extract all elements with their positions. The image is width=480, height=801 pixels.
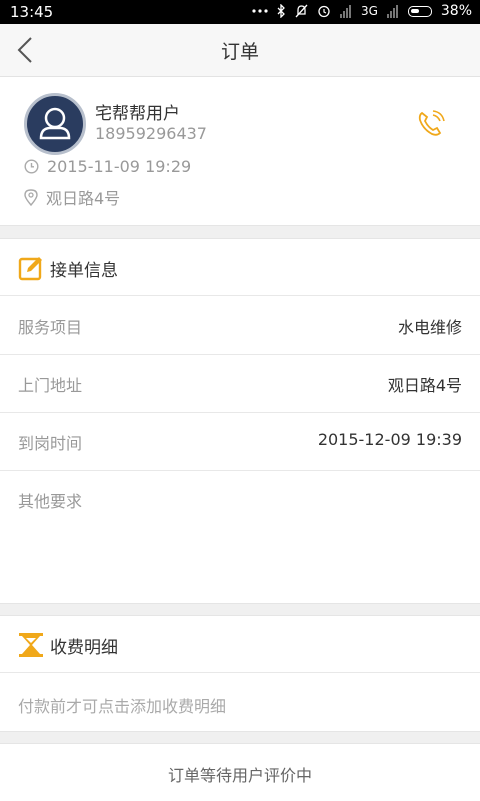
service-item-row: 服务项目 水电维修: [0, 296, 480, 355]
status-time: 13:45: [10, 3, 54, 21]
mute-bell-icon: [295, 4, 308, 18]
hourglass-icon: [19, 633, 43, 657]
user-card: 宅帮帮用户 18959296437 2015-11-09 19:29 观日路4号: [0, 77, 480, 226]
alarm-icon: [318, 5, 330, 18]
signal-icon: [339, 4, 351, 18]
battery-percent: 38%: [440, 3, 472, 19]
page-title: 订单: [220, 41, 259, 63]
order-status-text: 订单等待用户评价中: [167, 766, 312, 785]
more-dots-icon: [252, 9, 268, 13]
phone-call-icon[interactable]: [414, 107, 448, 141]
order-info-header: 接单信息: [0, 239, 480, 296]
edit-note-icon: [18, 257, 42, 281]
row-value: 观日路4号: [387, 376, 462, 395]
other-requirements-row: 其他要求: [0, 470, 480, 600]
arrival-time-row: 到岗时间 2015-12-09 19:39: [0, 412, 480, 471]
order-info-title: 接单信息: [50, 261, 118, 281]
user-name: 宅帮帮用户: [95, 104, 180, 124]
visit-address-row: 上门地址 观日路4号: [0, 354, 480, 413]
row-label: 上门地址: [18, 376, 83, 395]
add-fee-hint[interactable]: 付款前才可点击添加收费明细: [18, 693, 226, 717]
fee-card: 收费明细 付款前才可点击添加收费明细: [0, 615, 480, 732]
user-phone: 18959296437: [95, 124, 207, 143]
row-value: 2015-12-09 19:39: [317, 430, 462, 449]
order-time-row: 2015-11-09 19:29: [24, 157, 191, 176]
bluetooth-icon: [277, 4, 285, 18]
signal-icon-2: [386, 4, 398, 18]
order-status-bar: 订单等待用户评价中: [0, 743, 480, 801]
fee-header: 收费明细: [0, 616, 480, 673]
row-label: 到岗时间: [18, 434, 83, 453]
order-info-card: 接单信息 服务项目 水电维修 上门地址 观日路4号 到岗时间 2015-12-0…: [0, 238, 480, 604]
order-address-row: 观日路4号: [24, 185, 120, 209]
row-label: 其他要求: [18, 492, 83, 511]
row-value: 水电维修: [397, 318, 462, 337]
nav-bar: 订单: [0, 24, 480, 77]
row-label: 服务项目: [18, 318, 83, 337]
status-bar: 13:45 3G 38%: [0, 0, 480, 24]
clock-icon: [24, 159, 39, 174]
avatar: [24, 93, 86, 155]
order-time: 2015-11-09 19:29: [47, 157, 192, 176]
fee-title: 收费明细: [50, 638, 118, 658]
user-icon: [39, 107, 71, 140]
status-icons: 3G 38%: [252, 3, 472, 19]
battery-icon: [407, 5, 432, 17]
network-type: 3G: [360, 4, 378, 18]
order-address: 观日路4号: [46, 189, 121, 208]
location-pin-icon: [24, 188, 38, 206]
